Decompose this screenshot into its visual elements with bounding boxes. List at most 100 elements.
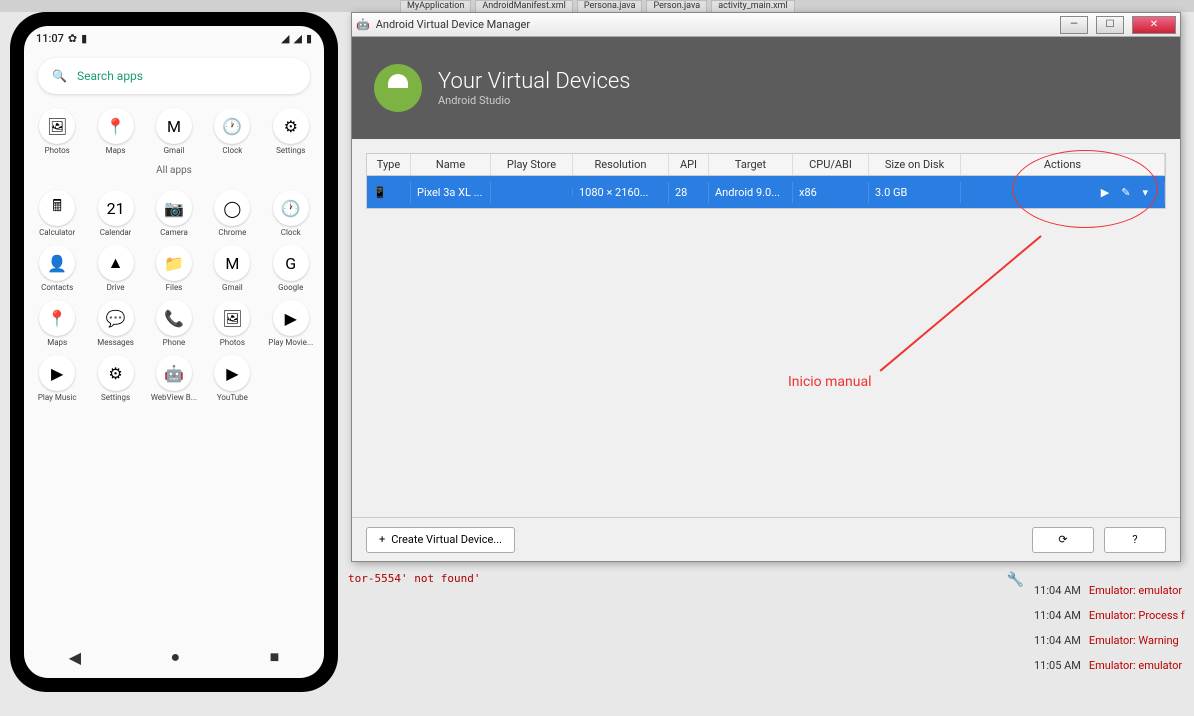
app-label: Photos: [220, 338, 245, 347]
nav-back-button[interactable]: ◀: [69, 648, 81, 667]
col-name[interactable]: Name: [411, 154, 491, 175]
battery-icon: ▮: [81, 32, 87, 45]
col-target[interactable]: Target: [709, 154, 793, 175]
event-log-row[interactable]: 11:04 AMEmulator: Warning: [1030, 628, 1194, 653]
device-name: Pixel 3a XL ...: [411, 182, 491, 203]
app-icon: ▶: [214, 355, 250, 391]
window-maximize-button[interactable]: ☐: [1096, 16, 1124, 34]
app-icon: 📍: [98, 108, 134, 144]
app-icon: 🤖: [156, 355, 192, 391]
app-icon: 🕐: [273, 190, 309, 226]
col-api[interactable]: API: [669, 154, 709, 175]
search-icon: 🔍: [52, 69, 67, 83]
app-gmail[interactable]: M Gmail: [204, 245, 260, 292]
window-titlebar[interactable]: 🤖 Android Virtual Device Manager — ☐ ✕: [352, 13, 1180, 37]
annotation-circle: [1012, 150, 1158, 228]
create-virtual-device-button[interactable]: + Create Virtual Device...: [366, 527, 515, 553]
avd-manager-window: 🤖 Android Virtual Device Manager — ☐ ✕ Y…: [351, 12, 1181, 562]
status-time: 11:07: [36, 32, 64, 45]
app-play-music[interactable]: ▶Play Music: [29, 355, 85, 402]
page-title: Your Virtual Devices: [438, 69, 630, 94]
col-type[interactable]: Type: [367, 154, 411, 175]
wifi-icon: ◢: [293, 32, 301, 45]
emulator-screen[interactable]: 11:07 ✿ ▮ ◢ ◢ ▮ 🔍 Search apps 🖼 Photos 📍 Ma…: [24, 26, 324, 678]
app-label: Drive: [107, 283, 125, 292]
app-play-movie-[interactable]: ▶Play Movie...: [263, 300, 319, 347]
app-calendar[interactable]: 21Calendar: [88, 190, 144, 237]
app-icon: ⚙: [273, 108, 309, 144]
top-apps-row: 🖼Photos 📍 Maps MGmail🕐Clock⚙Settings: [24, 102, 324, 157]
event-log: 11:04 AMEmulator: emulator 11:04 AMEmula…: [1030, 578, 1194, 678]
app-icon: ▶: [39, 355, 75, 391]
page-subtitle: Android Studio: [438, 94, 630, 107]
col-resolution[interactable]: Resolution: [573, 154, 669, 175]
app-label: Settings: [101, 393, 130, 402]
app-label: Maps: [106, 146, 126, 155]
app-icon: G: [273, 245, 309, 281]
app-chrome[interactable]: ◯Chrome: [204, 190, 260, 237]
status-bar: 11:07 ✿ ▮ ◢ ◢ ▮: [24, 26, 324, 50]
app-photos[interactable]: 🖼Photos: [29, 108, 85, 155]
app-icon: 🖼: [39, 108, 75, 144]
app-settings[interactable]: ⚙Settings: [88, 355, 144, 402]
window-minimize-button[interactable]: —: [1060, 16, 1088, 34]
editor-tabs-background: MyApplication AndroidManifest.xml Person…: [0, 0, 1194, 12]
android-icon: 🤖: [356, 18, 370, 31]
app-contacts[interactable]: 👤Contacts: [29, 245, 85, 292]
annotation-label: Inicio manual: [788, 374, 872, 390]
app-label: YouTube: [217, 393, 248, 402]
signal-icon: ◢: [281, 32, 289, 45]
app-clock[interactable]: 🕐Clock: [263, 190, 319, 237]
device-type-icon: 📱: [367, 182, 411, 203]
app-gmail[interactable]: MGmail: [146, 108, 202, 155]
app-maps[interactable]: 📍 Maps: [88, 108, 144, 155]
app-label: Chrome: [218, 228, 246, 237]
app-icon: 📷: [156, 190, 192, 226]
app-photos[interactable]: 🖼 Photos: [204, 300, 260, 347]
device-target: Android 9.0...: [709, 182, 793, 203]
app-messages[interactable]: 💬Messages: [88, 300, 144, 347]
app-icon: 🖼: [214, 300, 250, 336]
wrench-icon[interactable]: 🔧: [1007, 572, 1024, 588]
android-studio-logo-icon: [374, 64, 422, 112]
app-label: Camera: [160, 228, 188, 237]
app-maps[interactable]: 📍 Maps: [29, 300, 85, 347]
event-log-row[interactable]: 11:05 AMEmulator: emulator: [1030, 653, 1194, 678]
help-button[interactable]: ?: [1104, 527, 1166, 553]
app-google[interactable]: GGoogle: [263, 245, 319, 292]
col-playstore[interactable]: Play Store: [491, 154, 573, 175]
event-log-row[interactable]: 11:04 AMEmulator: Process f: [1030, 603, 1194, 628]
device-playstore: [491, 188, 573, 196]
app-settings[interactable]: ⚙Settings: [263, 108, 319, 155]
window-close-button[interactable]: ✕: [1132, 16, 1176, 34]
search-apps-input[interactable]: 🔍 Search apps: [38, 58, 310, 94]
refresh-button[interactable]: ⟳: [1032, 527, 1094, 553]
app-icon: 📍: [39, 300, 75, 336]
device-cpu: x86: [793, 182, 869, 203]
nav-recent-button[interactable]: ■: [270, 647, 280, 667]
app-label: Maps: [47, 338, 67, 347]
app-grid-row: 🖩Calculator21Calendar 📷 Camera ◯Chrome🕐Cloc…: [24, 184, 324, 239]
app-icon: 💬: [98, 300, 134, 336]
app-icon: M: [214, 245, 250, 281]
event-log-row[interactable]: 11:04 AMEmulator: emulator: [1030, 578, 1194, 603]
app-clock[interactable]: 🕐Clock: [204, 108, 260, 155]
app-webview-b-[interactable]: 🤖WebView B...: [146, 355, 202, 402]
emulator-device-frame: 11:07 ✿ ▮ ◢ ◢ ▮ 🔍 Search apps 🖼 Photos 📍 Ma…: [10, 12, 338, 692]
device-resolution: 1080 × 2160...: [573, 182, 669, 203]
app-icon: ▶: [273, 300, 309, 336]
app-youtube[interactable]: ▶ YouTube: [204, 355, 260, 402]
app-icon: 📁: [156, 245, 192, 281]
app-label: Gmail: [222, 283, 243, 292]
app-drive[interactable]: ▲Drive: [88, 245, 144, 292]
nav-home-button[interactable]: ●: [170, 647, 180, 667]
app-phone[interactable]: 📞Phone: [146, 300, 202, 347]
help-icon: ?: [1132, 533, 1137, 546]
app-label: Clock: [222, 146, 242, 155]
col-size[interactable]: Size on Disk: [869, 154, 961, 175]
app-files[interactable]: 📁Files: [146, 245, 202, 292]
app-camera[interactable]: 📷 Camera: [146, 190, 202, 237]
col-cpu[interactable]: CPU/ABI: [793, 154, 869, 175]
all-apps-header: All apps: [24, 157, 324, 184]
app-calculator[interactable]: 🖩Calculator: [29, 190, 85, 237]
